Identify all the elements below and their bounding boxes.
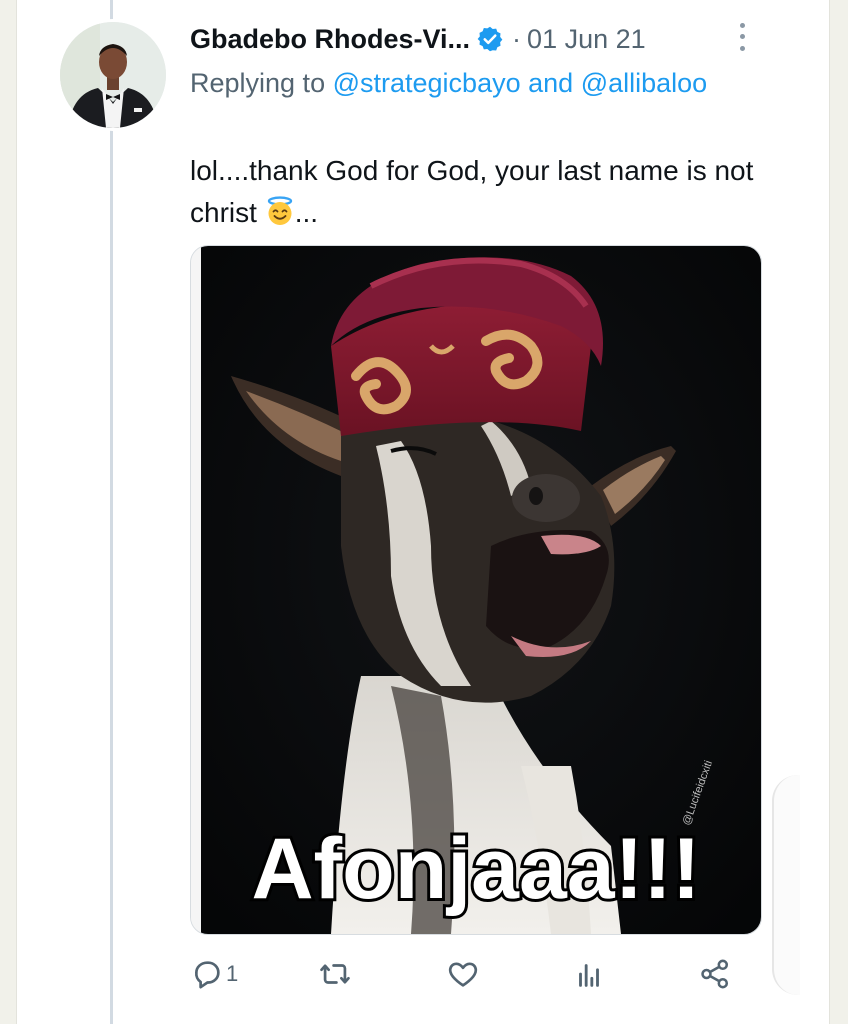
replying-to-line: Replying to @strategicbayo and @allibalo… — [190, 62, 770, 104]
author-name[interactable]: Gbadebo Rhodes-Vi... — [190, 24, 470, 55]
tweet-media[interactable]: @Lucifeidcxiti Afonjaaa!!! — [190, 245, 762, 935]
scroll-edge — [772, 775, 800, 995]
share-icon — [701, 959, 729, 989]
retweet-icon — [320, 964, 350, 984]
tweet-date[interactable]: 01 Jun 21 — [527, 24, 646, 55]
reply-icon — [195, 961, 220, 989]
smiling-face-with-halo-icon — [265, 196, 295, 226]
separator-dot: · — [512, 23, 522, 54]
action-bar: 1 — [190, 952, 750, 996]
mention-allibaloo[interactable]: @allibaloo — [581, 68, 707, 98]
avatar[interactable] — [60, 22, 166, 128]
reply-count: 1 — [226, 961, 239, 986]
analytics-button[interactable] — [572, 952, 606, 996]
tweet-header: Gbadebo Rhodes-Vi... · 01 Jun 21 — [190, 18, 760, 60]
like-button[interactable] — [446, 952, 480, 996]
share-button[interactable] — [698, 952, 732, 996]
page: Gbadebo Rhodes-Vi... · 01 Jun 21 Replyin… — [0, 0, 848, 1024]
like-icon — [448, 962, 478, 987]
retweet-button[interactable] — [318, 952, 352, 996]
tweet-text: lol....thank God for God, your last name… — [190, 150, 770, 234]
mention-strategicbayo[interactable]: @strategicbayo — [333, 68, 521, 98]
replying-prefix: Replying to — [190, 68, 326, 98]
tweet-text-ellipsis: ... — [294, 197, 319, 228]
analytics-icon — [579, 964, 599, 987]
replying-and: and — [528, 68, 574, 98]
reply-button[interactable]: 1 — [190, 952, 238, 996]
thread-line — [110, 0, 113, 1024]
verified-badge-icon — [476, 25, 504, 53]
media-caption: Afonjaaa!!! — [251, 821, 700, 917]
more-options-icon[interactable] — [732, 20, 752, 54]
